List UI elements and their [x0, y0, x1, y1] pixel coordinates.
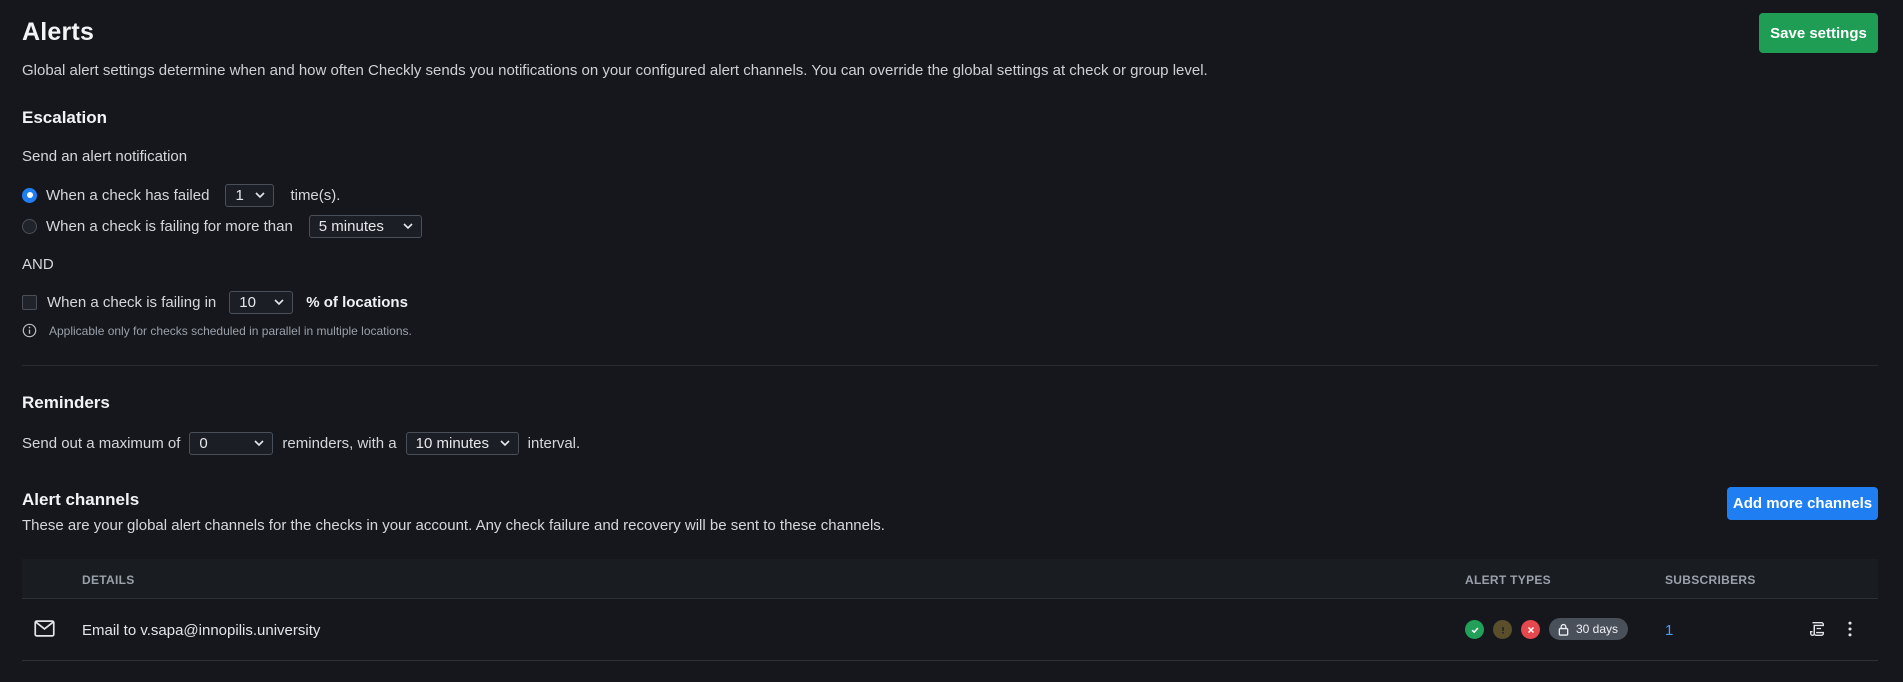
channels-table-header: DETAILS ALERT TYPES SUBSCRIBERS: [22, 559, 1878, 599]
column-details: DETAILS: [82, 573, 135, 587]
info-icon: [22, 323, 37, 338]
option-failing-for-radio[interactable]: [22, 218, 37, 234]
table-row[interactable]: Email to v.sapa@innopilis.university 30 …: [22, 600, 1878, 661]
add-more-channels-button[interactable]: Add more channels: [1727, 487, 1878, 520]
recovery-alert-icon: [1465, 620, 1484, 639]
locations-suffix: % of locations: [306, 293, 408, 311]
edit-channel-button[interactable]: [1806, 618, 1828, 640]
option-failed-label: When a check has failed: [46, 186, 210, 204]
more-options-button[interactable]: [1839, 618, 1861, 640]
escalation-heading: Escalation: [22, 108, 108, 127]
locations-checkbox[interactable]: [22, 294, 37, 310]
section-divider: [22, 365, 1878, 366]
reminders-prefix: Send out a maximum of: [22, 434, 181, 452]
lock-icon: [1558, 623, 1569, 636]
reminders-interval-select[interactable]: 10 minutes: [405, 431, 519, 455]
escalation-intro: Send an alert notification: [22, 148, 188, 165]
reminders-suffix: interval.: [527, 434, 581, 452]
reminders-heading: Reminders: [22, 393, 110, 412]
reminders-count-select[interactable]: 0: [189, 431, 274, 455]
script-icon: [1810, 622, 1824, 636]
chevron-down-icon: [403, 223, 413, 230]
save-settings-button[interactable]: Save settings: [1759, 13, 1878, 53]
mail-icon: [34, 620, 55, 637]
retention-text: 30 days: [1576, 622, 1619, 636]
reminders-interval-value: 10 minutes: [415, 434, 490, 452]
failing-duration-value: 5 minutes: [318, 217, 384, 235]
locations-label: When a check is failing in: [47, 293, 217, 311]
chevron-down-icon: [274, 299, 284, 306]
more-vertical-icon: [1848, 621, 1852, 637]
degraded-alert-icon: [1493, 620, 1512, 639]
option-failed-radio[interactable]: [22, 187, 37, 203]
page-title: Alerts: [22, 18, 95, 46]
locations-percent-value: 10: [239, 293, 256, 311]
chevron-down-icon: [500, 440, 510, 447]
locations-percent-select[interactable]: 10: [229, 290, 294, 314]
parallel-note-text: Applicable only for checks scheduled in …: [49, 323, 412, 338]
channel-details[interactable]: Email to v.sapa@innopilis.university: [82, 622, 320, 639]
column-subscribers: SUBSCRIBERS: [1665, 573, 1756, 587]
option-failed-suffix: time(s).: [290, 186, 341, 204]
failed-count-value: 1: [235, 186, 244, 204]
subscribers-count-link[interactable]: 1: [1665, 622, 1673, 639]
option-failed-row: When a check has failed 1 time(s).: [22, 183, 340, 207]
alert-channels-heading: Alert channels: [22, 490, 140, 509]
retention-badge: 30 days: [1549, 618, 1629, 640]
locations-row: When a check is failing in 10 % of locat…: [22, 290, 408, 314]
failure-alert-icon: [1521, 620, 1540, 639]
option-failing-for-row: When a check is failing for more than 5 …: [22, 214, 422, 238]
failed-count-select[interactable]: 1: [225, 183, 275, 207]
chevron-down-icon: [254, 440, 264, 447]
reminders-middle: reminders, with a: [282, 434, 397, 452]
chevron-down-icon: [255, 192, 266, 199]
option-failing-for-label: When a check is failing for more than: [46, 217, 293, 235]
page-description: Global alert settings determine when and…: [22, 62, 1208, 79]
failing-duration-select[interactable]: 5 minutes: [308, 214, 422, 238]
alert-channels-description: These are your global alert channels for…: [22, 517, 885, 534]
reminders-row: Send out a maximum of 0 reminders, with …: [22, 431, 580, 455]
and-label: AND: [22, 256, 54, 273]
column-alert-types: ALERT TYPES: [1465, 573, 1551, 587]
reminders-count-value: 0: [199, 434, 208, 452]
parallel-note: Applicable only for checks scheduled in …: [22, 323, 412, 338]
